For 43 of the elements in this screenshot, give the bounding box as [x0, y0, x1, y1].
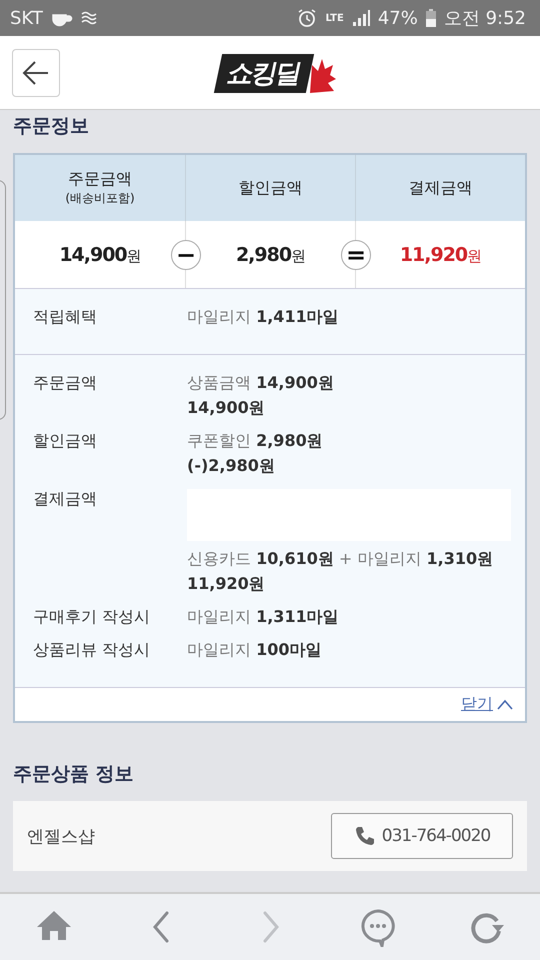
row-label: 주문금액: [33, 373, 98, 394]
battery-percent: 47%: [378, 8, 418, 28]
column-header: 결제금액: [408, 178, 472, 198]
amount: 14,900원: [59, 244, 141, 266]
seller-name: 엔젤스샵: [27, 826, 95, 848]
row-label: 상품리뷰 작성시: [33, 640, 152, 661]
phone-icon: [354, 825, 376, 847]
row-label: 할인금액: [33, 431, 98, 452]
wave-icon: [80, 11, 97, 25]
row-value: 신용카드 10,610원 + 마일리지 1,310원: [187, 549, 494, 570]
row-value: (-)2,980원: [187, 456, 276, 477]
carrier-name: SKT: [10, 8, 43, 28]
signal-icon: [352, 9, 370, 27]
network-label: LTE: [325, 12, 344, 24]
column-subheader: (배송비포함): [65, 190, 135, 207]
logo[interactable]: 쇼킹딜: [214, 54, 314, 93]
clock-time: 오전 9:52: [444, 7, 526, 30]
row-value: 마일리지 1,411마일: [187, 307, 339, 328]
row-value: 11,920원: [187, 574, 266, 595]
column-header: 주문금액: [68, 169, 132, 190]
row-value: 상품금액 14,900원: [187, 373, 334, 394]
burst-icon: [310, 59, 336, 93]
row-label: 적립혜택: [33, 307, 98, 328]
row-value: 마일리지 1,311마일: [187, 607, 339, 628]
column-header: 할인금액: [238, 178, 302, 198]
row-value: 14,900원: [187, 398, 266, 419]
section-title: 주문정보: [13, 114, 90, 139]
operator-sign: −: [171, 240, 201, 270]
call-button[interactable]: 031-764-0020: [331, 813, 513, 859]
back-button[interactable]: [12, 48, 60, 96]
row-value: 쿠폰할인 2,980원: [187, 431, 323, 452]
amount: 11,920원: [400, 244, 482, 266]
row-value: 마일리지 100마일: [187, 640, 322, 661]
row-label: 구매후기 작성시: [33, 607, 152, 628]
row-label: 결제금액: [33, 489, 98, 510]
section-title: 주문상품 정보: [13, 762, 135, 787]
back-arrow-icon: [22, 58, 50, 86]
operator-sign: =: [341, 240, 371, 270]
battery-icon: [426, 9, 436, 27]
alarm-icon: [297, 8, 318, 28]
amount: 2,980원: [236, 244, 306, 266]
close-link[interactable]: 닫기: [461, 694, 513, 715]
caret-up-icon: [497, 698, 513, 710]
